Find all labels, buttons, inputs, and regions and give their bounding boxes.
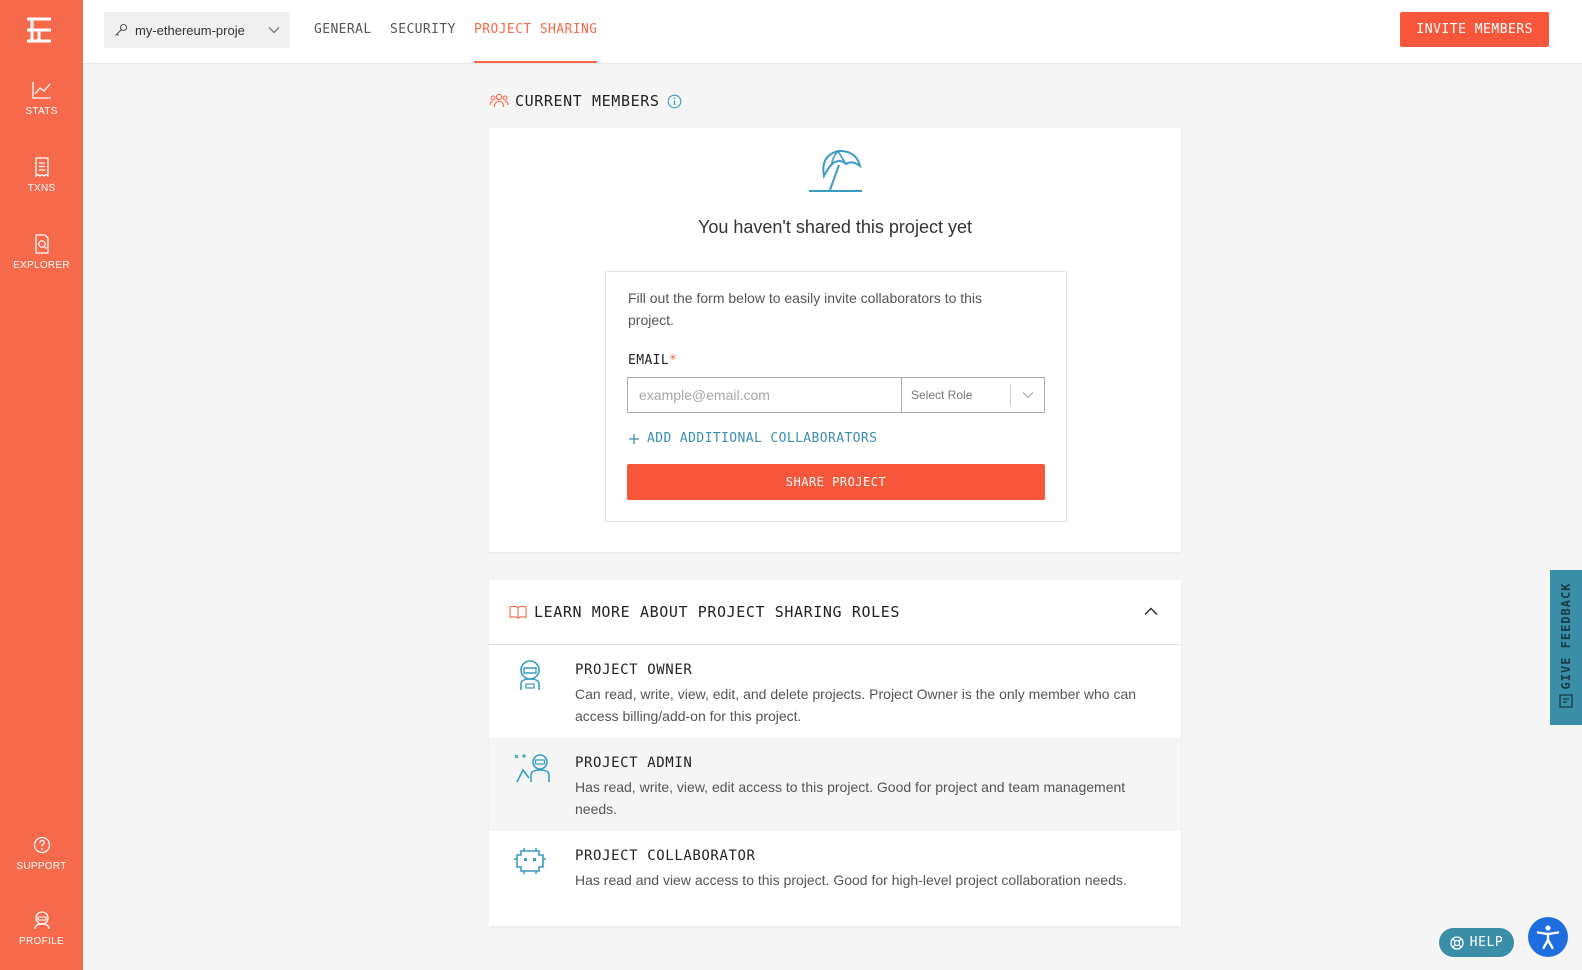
admin-astronaut-icon	[514, 754, 550, 783]
chevron-down-icon	[1011, 388, 1044, 402]
sidebar-item-txns[interactable]: TXNS	[0, 157, 83, 194]
lifebuoy-icon	[1449, 935, 1464, 950]
feedback-label: GIVE FEEDBACK	[1559, 582, 1573, 690]
role-row-admin: PROJECT ADMIN Has read, write, view, edi…	[489, 738, 1181, 831]
top-bar: my-ethereum-proje GENERAL SECURITY PROJE…	[83, 0, 1582, 64]
add-collaborators-label: ADD ADDITIONAL COLLABORATORS	[647, 431, 878, 446]
space-invader-icon	[514, 848, 546, 874]
astronaut-icon	[33, 911, 50, 930]
sidebar-item-label: SUPPORT	[16, 861, 67, 872]
role-description: Has read, write, view, edit access to th…	[575, 779, 1126, 817]
tenderly-logo-icon[interactable]	[24, 16, 54, 44]
role-title: PROJECT COLLABORATOR	[575, 848, 756, 864]
role-description: Has read and view access to this project…	[575, 872, 1127, 888]
members-card: You haven't shared this project yet Fill…	[489, 128, 1181, 552]
accessibility-button[interactable]	[1528, 917, 1568, 957]
role-select[interactable]: Select Role	[901, 377, 1045, 413]
invite-members-button[interactable]: INVITE MEMBERS	[1400, 12, 1549, 47]
sidebar-item-profile[interactable]: PROFILE	[0, 910, 83, 947]
add-collaborators-link[interactable]: ADD ADDITIONAL COLLABORATORS	[628, 431, 877, 446]
roles-heading: LEARN MORE ABOUT PROJECT SHARING ROLES	[509, 603, 900, 621]
key-icon	[115, 23, 128, 36]
roles-accordion-header[interactable]: LEARN MORE ABOUT PROJECT SHARING ROLES	[489, 580, 1181, 645]
accessibility-icon	[1536, 925, 1560, 950]
receipt-icon	[34, 157, 49, 177]
email-label: EMAIL*	[628, 353, 677, 368]
invite-form: Fill out the form below to easily invite…	[605, 271, 1067, 522]
chevron-down-icon	[268, 27, 280, 34]
project-name: my-ethereum-proje	[135, 22, 245, 38]
sidebar-item-label: TXNS	[27, 183, 56, 194]
tab-project-sharing[interactable]: PROJECT SHARING	[474, 0, 598, 63]
section-title: LEARN MORE ABOUT PROJECT SHARING ROLES	[534, 603, 900, 621]
role-title: PROJECT OWNER	[575, 662, 693, 678]
question-circle-icon	[33, 836, 50, 854]
search-document-icon	[34, 234, 49, 254]
role-title: PROJECT ADMIN	[575, 755, 693, 771]
sidebar-item-support[interactable]: SUPPORT	[0, 835, 83, 872]
help-label: HELP	[1469, 935, 1504, 950]
sidebar: STATS TXNS EXPLORER SUPPORT PROFILE	[0, 0, 83, 970]
users-icon	[489, 93, 509, 108]
feedback-icon	[1559, 694, 1573, 708]
empty-state-title: You haven't shared this project yet	[698, 217, 972, 237]
sidebar-item-stats[interactable]: STATS	[0, 80, 83, 117]
sidebar-item-label: PROFILE	[19, 936, 64, 947]
email-label-text: EMAIL	[628, 353, 670, 368]
section-title: CURRENT MEMBERS	[515, 92, 660, 110]
form-description: Fill out the form below to easily invite…	[628, 290, 983, 328]
required-mark: *	[669, 353, 678, 368]
role-row-collaborator: PROJECT COLLABORATOR Has read and view a…	[489, 831, 1181, 924]
sidebar-item-label: EXPLORER	[13, 260, 70, 271]
email-field[interactable]	[627, 377, 901, 413]
share-project-button[interactable]: SHARE PROJECT	[627, 464, 1045, 500]
role-select-value: Select Role	[911, 388, 973, 402]
line-chart-icon	[31, 82, 51, 99]
sidebar-item-explorer[interactable]: EXPLORER	[0, 234, 83, 271]
info-icon[interactable]	[667, 94, 682, 109]
role-description: Can read, write, view, edit, and delete …	[575, 686, 1137, 724]
astronaut-icon	[520, 660, 540, 690]
help-button[interactable]: HELP	[1439, 928, 1514, 957]
roles-card: LEARN MORE ABOUT PROJECT SHARING ROLES P…	[489, 580, 1181, 926]
role-row-owner: PROJECT OWNER Can read, write, view, edi…	[489, 645, 1181, 738]
project-selector[interactable]: my-ethereum-proje	[104, 12, 290, 48]
tab-security[interactable]: SECURITY	[390, 0, 456, 63]
beach-umbrella-icon	[809, 149, 862, 192]
open-book-icon	[509, 605, 527, 619]
chevron-up-icon[interactable]	[1144, 607, 1158, 616]
tab-general[interactable]: GENERAL	[314, 0, 372, 63]
current-members-heading: CURRENT MEMBERS	[489, 92, 682, 110]
plus-icon	[629, 433, 639, 444]
sidebar-item-label: STATS	[25, 106, 58, 117]
give-feedback-tab[interactable]: GIVE FEEDBACK	[1550, 570, 1582, 725]
